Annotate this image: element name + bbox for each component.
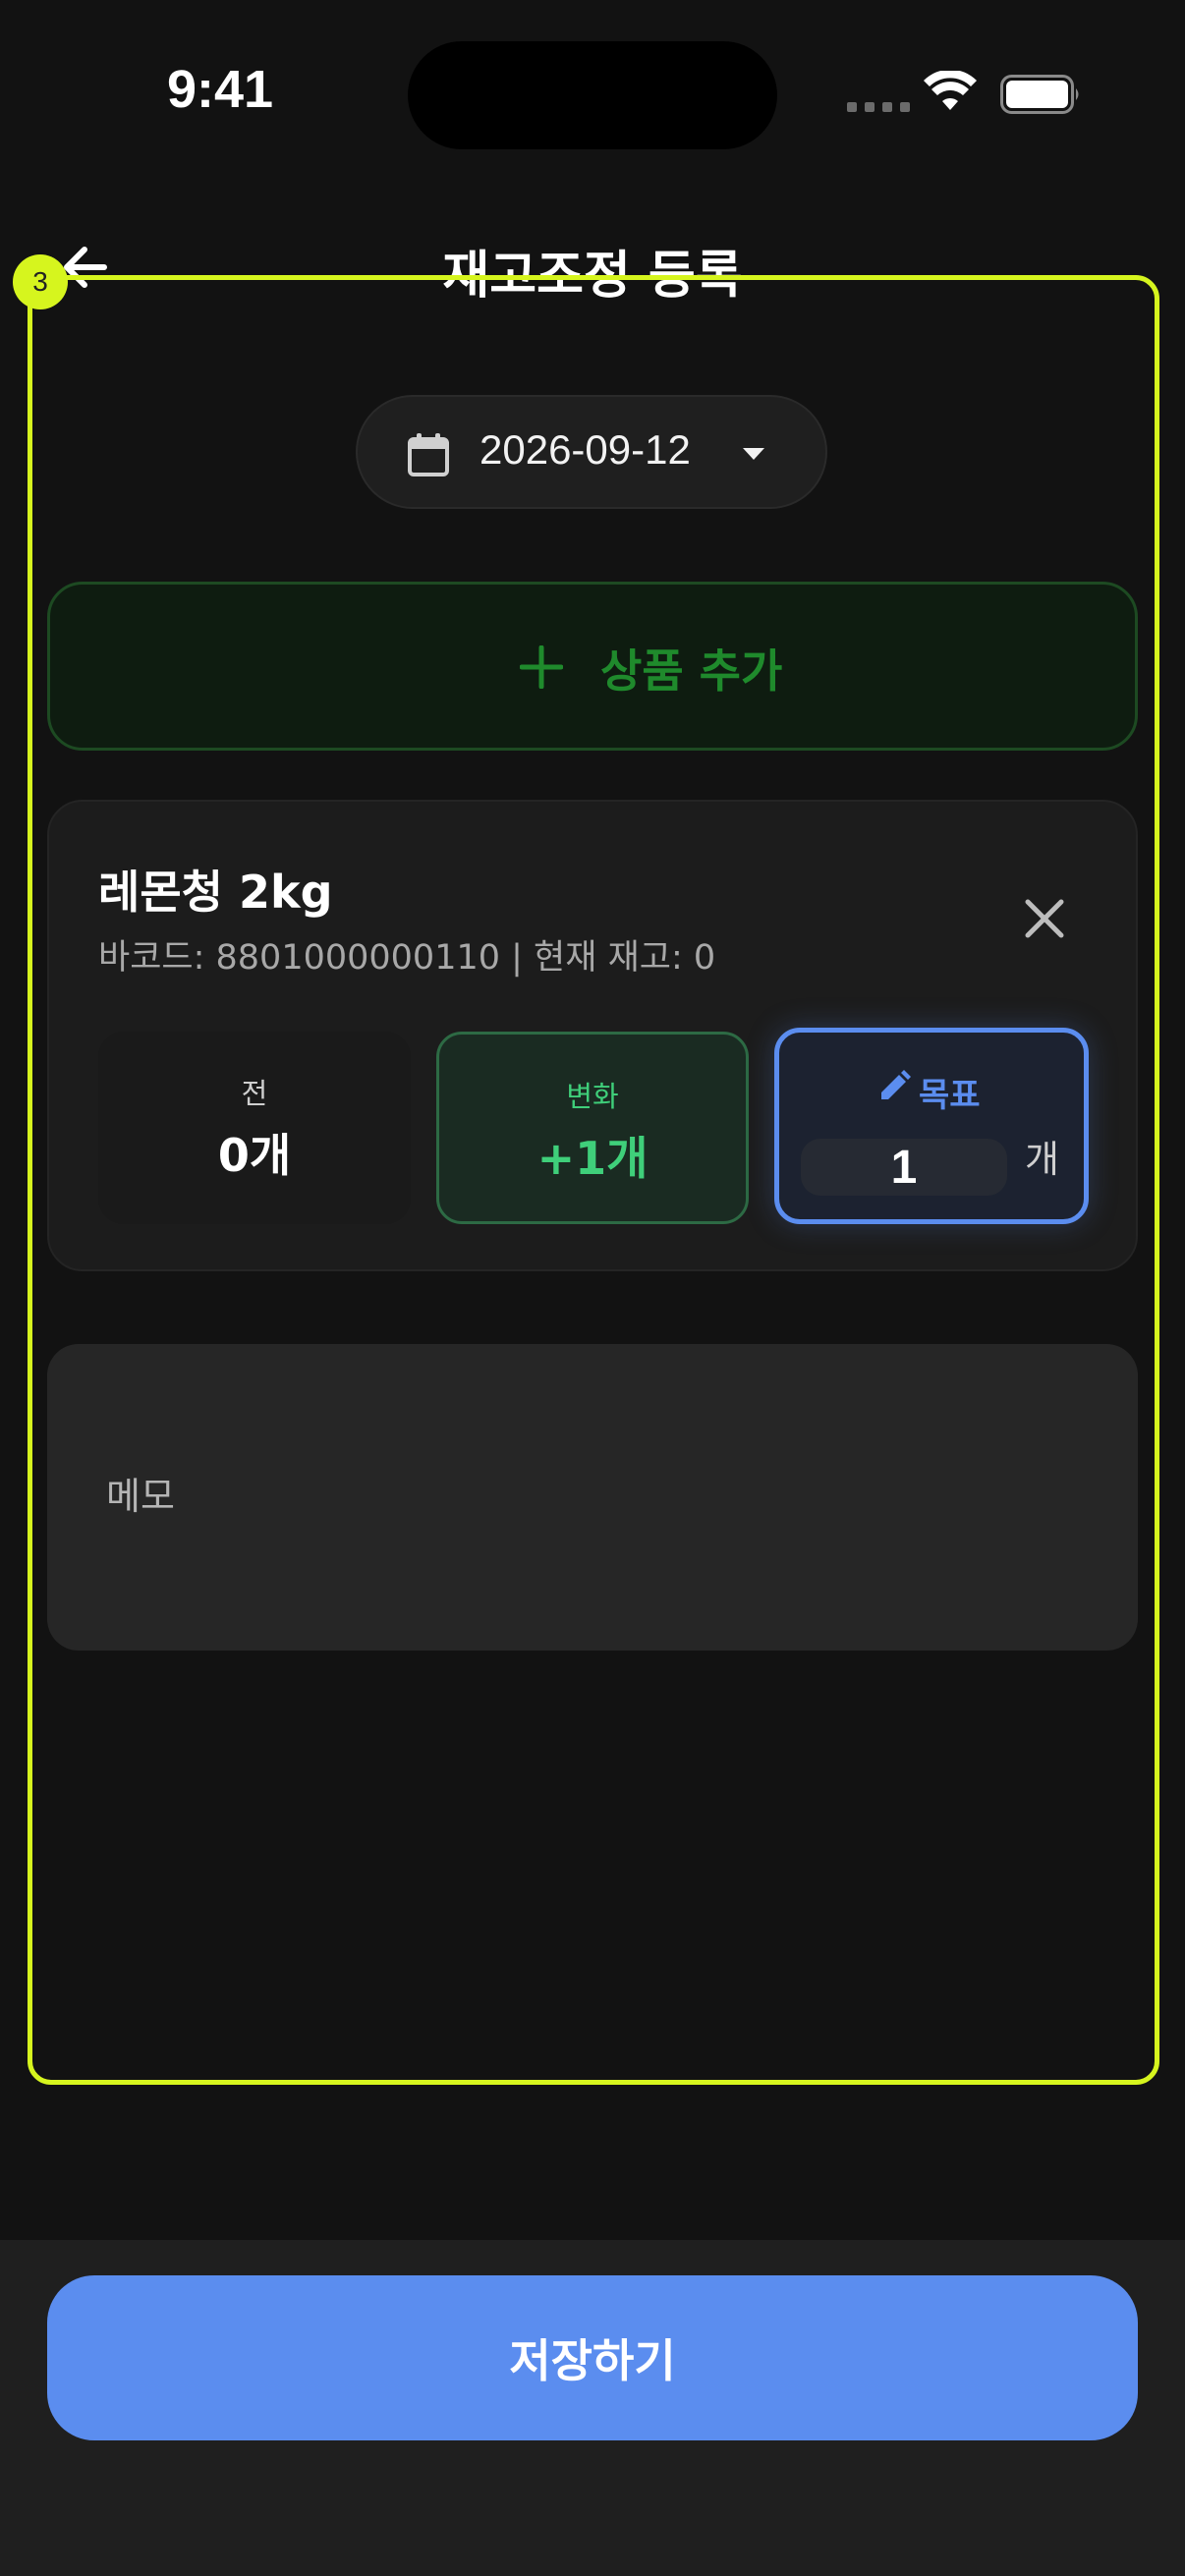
stock-target[interactable]: 목표 개 — [774, 1028, 1089, 1224]
date-picker[interactable]: 2026-09-12 — [356, 395, 827, 509]
add-product-label: 상품 추가 — [600, 644, 783, 698]
product-card: 레몬청 2kg 바코드: 8801000000110 | 현재 재고: 0 전 … — [47, 800, 1138, 1271]
stock-change-value: +1개 — [536, 1132, 649, 1185]
status-time: 9:41 — [167, 60, 274, 119]
target-unit: 개 — [1025, 1138, 1059, 1181]
stock-before-value: 0개 — [217, 1129, 292, 1182]
pencil-icon — [881, 1070, 911, 1099]
save-button[interactable]: 저장하기 — [47, 2275, 1138, 2440]
calendar-icon — [408, 433, 449, 476]
wifi-icon — [924, 71, 977, 110]
battery-icon — [1000, 75, 1079, 114]
stock-target-label: 목표 — [919, 1076, 981, 1115]
caret-down-icon — [743, 448, 764, 460]
stock-before-label: 전 — [241, 1077, 268, 1110]
add-product-button[interactable]: 상품 추가 — [47, 582, 1138, 751]
memo-field[interactable] — [47, 1344, 1138, 1651]
close-icon[interactable] — [1022, 896, 1067, 941]
target-quantity-input[interactable] — [801, 1139, 1007, 1196]
stock-change-label: 변화 — [566, 1080, 619, 1113]
bottom-bar: 저장하기 — [0, 2240, 1185, 2576]
dynamic-island — [408, 41, 777, 149]
page-title: 재고조정 등록 — [442, 247, 743, 306]
plus-icon — [520, 645, 563, 689]
app-header: 재고조정 등록 — [0, 216, 1185, 314]
status-bar: 9:41 — [0, 0, 1185, 196]
product-meta: 바코드: 8801000000110 | 현재 재고: 0 — [98, 938, 716, 978]
product-name: 레몬청 2kg — [98, 866, 333, 919]
cellular-signal-icon — [847, 102, 910, 116]
stock-change: 변화 +1개 — [436, 1032, 749, 1224]
date-value: 2026-09-12 — [480, 426, 691, 473]
stock-before: 전 0개 — [98, 1032, 411, 1224]
